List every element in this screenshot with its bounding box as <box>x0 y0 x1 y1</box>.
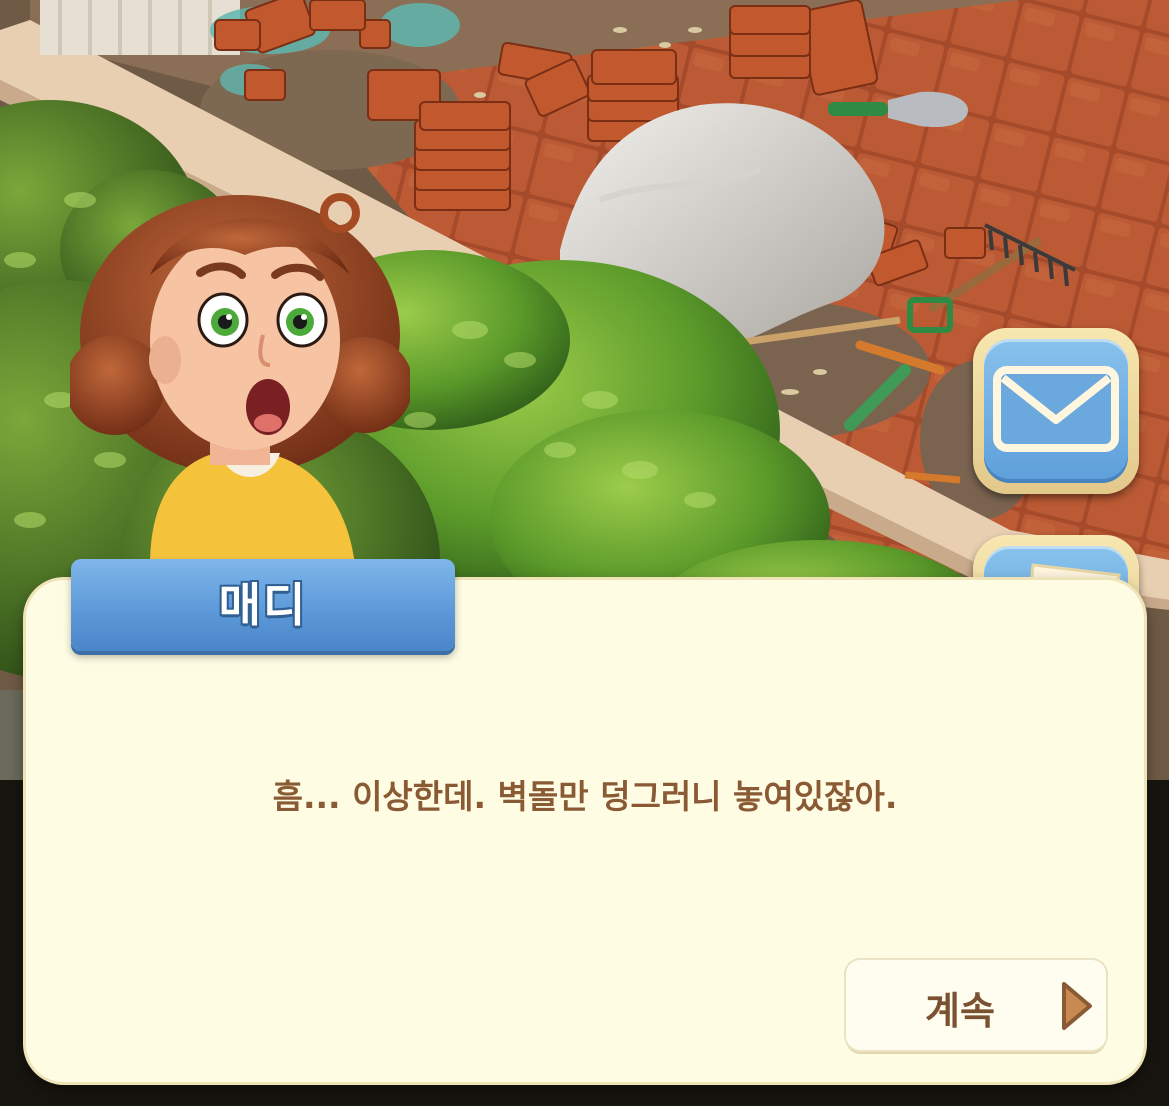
mail-button[interactable] <box>973 328 1139 494</box>
continue-button[interactable]: 계속 <box>846 960 1106 1050</box>
speaker-name: 매디 <box>218 578 308 632</box>
dialog-message: 흠... 이상한데. 벽돌만 덩그러니 놓여있잖아. <box>272 777 898 816</box>
continue-label: 계속 <box>925 989 995 1033</box>
maddie-character-portrait <box>70 193 410 565</box>
speaker-name-tag: 매디 <box>71 559 455 651</box>
play-arrow-icon <box>1062 982 1092 1030</box>
envelope-icon <box>993 366 1119 452</box>
